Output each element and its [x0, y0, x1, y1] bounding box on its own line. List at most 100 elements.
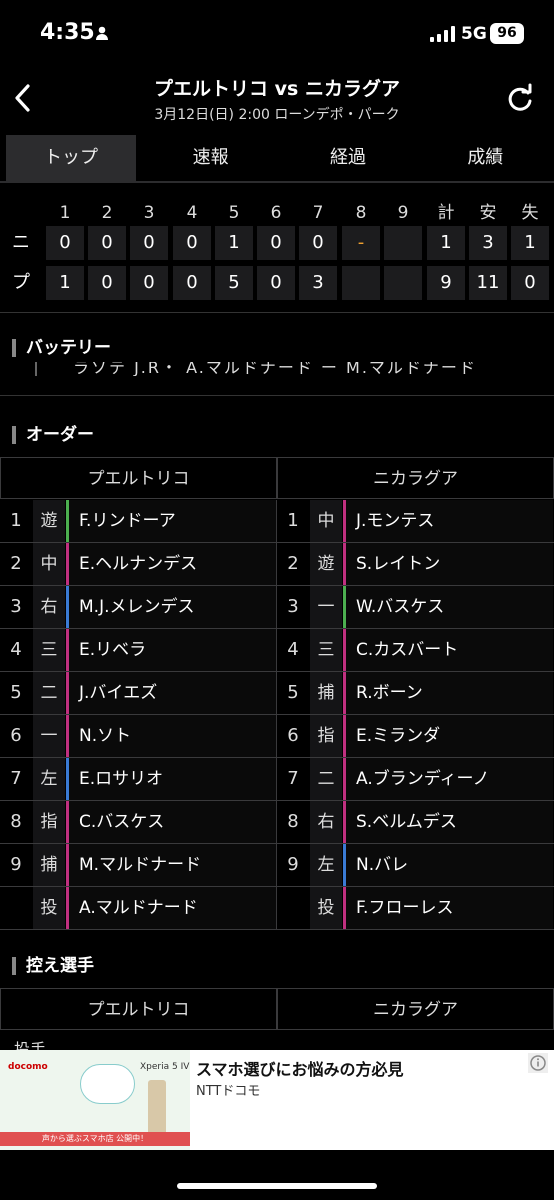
- inning-header: 1: [59, 203, 71, 223]
- row-separator: [277, 929, 554, 930]
- ad-info-icon[interactable]: [528, 1053, 548, 1073]
- batting-order-number: 5: [10, 682, 22, 703]
- score-cell: [342, 266, 380, 300]
- tab-top[interactable]: トップ: [6, 135, 136, 181]
- fielding-position: 指: [310, 715, 342, 757]
- score-cell: 0: [88, 226, 126, 260]
- errors-cell: 0: [511, 266, 549, 300]
- player-name[interactable]: S.レイトン: [343, 543, 553, 585]
- section-divider: [0, 312, 554, 313]
- fielding-position: 左: [33, 758, 65, 800]
- inning-header: 8: [355, 203, 367, 223]
- batting-order-number: 1: [287, 510, 299, 531]
- player-name[interactable]: N.ソト: [66, 715, 276, 757]
- order-row-away: 7 二 A.ブランディーノ: [277, 758, 554, 801]
- ad-title[interactable]: スマホ選びにお悩みの方必見: [196, 1056, 404, 1080]
- batting-order-number: 7: [287, 768, 299, 789]
- score-cell: [384, 226, 422, 260]
- reload-icon[interactable]: [504, 83, 536, 115]
- score-cell: 1: [46, 266, 84, 300]
- order-row-away: 8 右 S.ベルムデス: [277, 801, 554, 844]
- game-info: 3月12日(日) 2:00 ローンデポ・パーク: [154, 107, 400, 123]
- player-name[interactable]: E.ロサリオ: [66, 758, 276, 800]
- row-separator: [0, 929, 277, 930]
- order-row-away: 6 指 E.ミランダ: [277, 715, 554, 758]
- battery-list-clipped: ラソテ J.R・ A.マルドナード ー M.マルドナード: [35, 362, 554, 376]
- batting-order-number: 4: [10, 639, 22, 660]
- batting-order-number: [0, 887, 32, 929]
- player-name[interactable]: E.ミランダ: [343, 715, 553, 757]
- page-title: プエルトリコ vs ニカラグア: [154, 78, 400, 100]
- batting-order-number: 6: [287, 725, 299, 746]
- bench-home-team-header: プエルトリコ: [0, 988, 277, 1030]
- order-row-home: 8 指 C.バスケス: [0, 801, 277, 844]
- order-row-home: 9 捕 M.マルドナード: [0, 844, 277, 887]
- score-cell: 0: [173, 226, 211, 260]
- team-label: ニ: [12, 232, 30, 253]
- order-row-home: 3 右 M.J.メレンデス: [0, 586, 277, 629]
- player-name[interactable]: J.モンテス: [343, 500, 553, 542]
- nav-header: プエルトリコ vs ニカラグア 3月12日(日) 2:00 ローンデポ・パーク: [0, 70, 554, 130]
- bench-pitcher-label-clipped: 投手: [14, 1038, 46, 1050]
- player-name[interactable]: F.フローレス: [343, 887, 553, 929]
- order-row-home: 7 左 E.ロサリオ: [0, 758, 277, 801]
- player-name[interactable]: E.リベラ: [66, 629, 276, 671]
- fielding-position: 指: [33, 801, 65, 843]
- team-label: プ: [12, 272, 30, 293]
- fielding-position: 遊: [310, 543, 342, 585]
- scoreboard-header: 1 2 3 4 5 6 7 8 9 計 安 失: [0, 196, 554, 230]
- player-name[interactable]: A.マルドナード: [66, 887, 276, 929]
- fielding-position: 投: [310, 887, 342, 929]
- order-row-away: 2 遊 S.レイトン: [277, 543, 554, 586]
- inning-header: 2: [101, 203, 113, 223]
- ad-banner[interactable]: docomo Xperia 5 IV 声から選ぶスマホ店 公開中！ スマホ選びに…: [0, 1050, 554, 1150]
- player-name[interactable]: R.ボーン: [343, 672, 553, 714]
- player-name[interactable]: S.ベルムデス: [343, 801, 553, 843]
- inning-header: 6: [270, 203, 282, 223]
- player-name[interactable]: C.バスケス: [66, 801, 276, 843]
- status-bar: 4:35 5G 96: [0, 0, 554, 70]
- ad-image[interactable]: docomo Xperia 5 IV 声から選ぶスマホ店 公開中！: [0, 1050, 190, 1150]
- player-name[interactable]: W.バスケス: [343, 586, 553, 628]
- player-name[interactable]: M.マルドナード: [66, 844, 276, 886]
- batting-order-number: 6: [10, 725, 22, 746]
- player-name[interactable]: E.ヘルナンデス: [66, 543, 276, 585]
- player-name[interactable]: J.バイエズ: [66, 672, 276, 714]
- order-row-away: 3 一 W.バスケス: [277, 586, 554, 629]
- player-name[interactable]: M.J.メレンデス: [66, 586, 276, 628]
- phone-image-icon: [148, 1080, 166, 1136]
- scoreboard-row-away: ニ 0 0 0 0 1 0 0 - 1 3 1: [0, 226, 554, 260]
- speech-bubble-icon: [80, 1064, 135, 1104]
- total-cell: 9: [427, 266, 465, 300]
- inning-header: 9: [397, 203, 409, 223]
- player-name[interactable]: F.リンドーア: [66, 500, 276, 542]
- bench-section-title: 控え選手: [12, 957, 94, 975]
- tab-stats[interactable]: 成績: [417, 135, 554, 181]
- batting-order-number: 8: [10, 811, 22, 832]
- home-indicator: [177, 1183, 377, 1189]
- order-home-team-header: プエルトリコ: [0, 457, 277, 499]
- tab-live[interactable]: 速報: [142, 135, 279, 181]
- score-cell: 0: [257, 226, 295, 260]
- fielding-position: 右: [33, 586, 65, 628]
- order-section-title: オーダー: [12, 426, 94, 444]
- batting-order-number: 9: [287, 854, 299, 875]
- tab-progress[interactable]: 経過: [279, 135, 416, 181]
- battery-text: ラソテ J.R・ A.マルドナード ー M.マルドナード: [73, 362, 477, 376]
- hits-cell: 11: [469, 266, 507, 300]
- player-name[interactable]: N.バレ: [343, 844, 553, 886]
- fielding-position: 捕: [33, 844, 65, 886]
- fielding-position: 一: [33, 715, 65, 757]
- order-row-away: 1 中 J.モンテス: [277, 500, 554, 543]
- column-separator: [276, 500, 277, 930]
- signal-icon: [430, 26, 455, 42]
- status-time: 4:35: [40, 20, 95, 45]
- score-cell: 0: [46, 226, 84, 260]
- batting-order-number: 5: [287, 682, 299, 703]
- batting-order-number: 2: [287, 553, 299, 574]
- player-name[interactable]: C.カスバート: [343, 629, 553, 671]
- batting-order-number: 8: [287, 811, 299, 832]
- fielding-position: 三: [310, 629, 342, 671]
- section-divider: [0, 395, 554, 396]
- player-name[interactable]: A.ブランディーノ: [343, 758, 553, 800]
